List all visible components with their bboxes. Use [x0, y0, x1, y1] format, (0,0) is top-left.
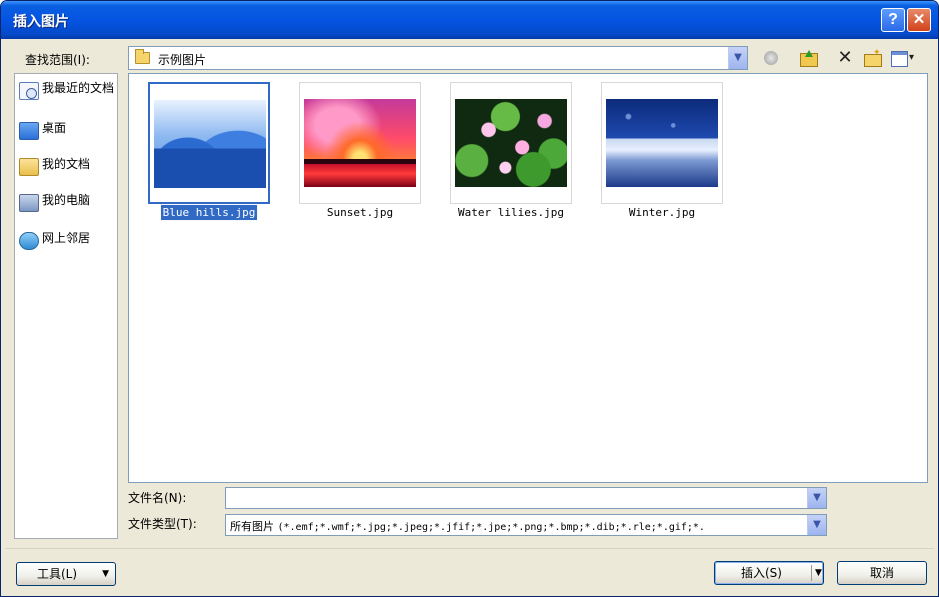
file-type-value: 所有图片 (*.emf;*.wmf;*.jpg;*.jpeg;*.jfif;*.…	[230, 520, 705, 533]
file-name-label: Sunset.jpg	[326, 206, 394, 219]
tools-button[interactable]: 工具(L) ▼	[16, 562, 116, 586]
look-in-value: 示例图片	[158, 53, 207, 67]
close-button[interactable]: ✕	[907, 8, 931, 32]
chevron-down-icon[interactable]: ▼	[815, 562, 822, 584]
place-label: 我的文档	[42, 157, 91, 171]
file-item-sunset[interactable]: Sunset.jpg	[299, 82, 421, 222]
delete-icon: ✕	[837, 47, 853, 68]
chevron-down-icon[interactable]: ▼	[807, 488, 826, 508]
divider	[5, 548, 934, 549]
tools-button-label: 工具(L)	[37, 567, 78, 581]
file-type-label: 文件类型(T):	[128, 517, 197, 531]
thumbnail-image	[606, 99, 718, 187]
title-bar[interactable]: 插入图片 ? ✕	[1, 1, 938, 39]
insert-button-label: 插入(S)	[741, 566, 782, 580]
delete-button[interactable]: ✕	[835, 48, 855, 68]
file-item-water-lilies[interactable]: Water lilies.jpg	[450, 82, 572, 222]
chevron-down-icon[interactable]: ▼	[807, 515, 826, 535]
my-documents-icon	[19, 158, 39, 176]
file-name-label: Blue hills.jpg	[159, 204, 259, 221]
look-in-dropdown[interactable]: 示例图片 ▼	[128, 46, 748, 70]
thumbnail-image	[455, 99, 567, 187]
file-item-blue-hills[interactable]: Blue hills.jpg	[148, 82, 270, 222]
file-list[interactable]: Blue hills.jpg Sunset.jpg Water lilies.j…	[128, 73, 928, 483]
close-icon: ✕	[912, 11, 926, 28]
file-name-label: Winter.jpg	[628, 206, 696, 219]
desktop-icon	[19, 122, 39, 140]
chevron-down-icon[interactable]: ▼	[728, 47, 747, 69]
network-places-icon	[19, 232, 39, 250]
file-type-dropdown[interactable]: 所有图片 (*.emf;*.wmf;*.jpg;*.jpeg;*.jfif;*.…	[225, 514, 827, 536]
insert-button[interactable]: 插入(S) ▼	[714, 561, 824, 585]
file-name-label: Water lilies.jpg	[458, 206, 564, 219]
recent-documents-icon	[19, 82, 39, 100]
place-label: 桌面	[42, 121, 67, 135]
thumbnail-image	[154, 100, 266, 188]
new-folder-button[interactable]	[862, 43, 882, 68]
thumbnail-frame	[601, 82, 723, 204]
help-icon: ?	[888, 11, 898, 28]
my-computer-icon	[19, 194, 39, 212]
window-title: 插入图片	[13, 14, 69, 30]
place-label: 我最近的文档	[42, 81, 115, 95]
folder-icon	[135, 49, 150, 64]
cancel-button[interactable]: 取消	[837, 561, 927, 585]
chevron-down-icon: ▼	[102, 569, 109, 579]
places-bar: 我最近的文档 桌面 我的文档 我的电脑 网上邻居	[14, 73, 118, 539]
thumbnail-frame	[450, 82, 572, 204]
thumbnail-frame	[148, 82, 270, 204]
thumbnail-frame	[299, 82, 421, 204]
thumbnail-image	[304, 99, 416, 187]
file-item-winter[interactable]: Winter.jpg	[601, 82, 723, 222]
look-in-label: 查找范围(I):	[25, 53, 90, 67]
file-name-input[interactable]: ▼	[225, 487, 827, 509]
back-button[interactable]	[761, 48, 781, 68]
insert-picture-dialog: 插入图片 ? ✕ 查找范围(I): 示例图片 ▼ ✕ 我最近的文档 桌面 我的文…	[0, 0, 939, 597]
file-name-field-label: 文件名(N):	[128, 491, 187, 505]
up-one-level-button[interactable]	[798, 48, 818, 68]
help-button[interactable]: ?	[881, 8, 905, 32]
split-divider	[811, 565, 812, 581]
views-menu-button[interactable]	[889, 48, 919, 68]
place-label: 网上邻居	[42, 231, 91, 245]
place-label: 我的电脑	[42, 193, 91, 207]
